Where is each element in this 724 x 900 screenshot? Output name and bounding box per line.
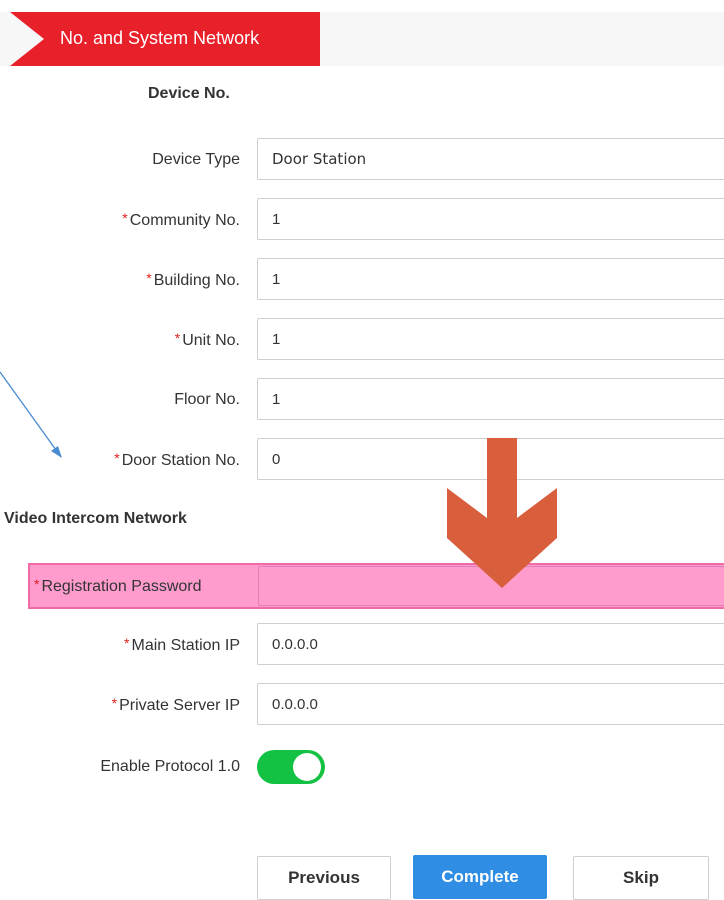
device-type-field[interactable]: [257, 138, 724, 180]
video-intercom-heading: Video Intercom Network: [4, 510, 187, 527]
previous-button[interactable]: Previous: [257, 856, 391, 900]
floor-no-input[interactable]: [257, 378, 724, 420]
enable-protocol-toggle[interactable]: [257, 750, 325, 784]
device-type-label: Device Type: [152, 151, 240, 168]
private-server-ip-label: * Private Server IP: [111, 695, 240, 714]
building-no-row: * Building No.: [0, 258, 724, 302]
required-marker: *: [146, 270, 152, 286]
building-no-input[interactable]: [257, 258, 724, 300]
door-station-no-label: * Door Station No.: [114, 450, 240, 469]
community-no-row: * Community No.: [0, 198, 724, 242]
toggle-knob: [293, 753, 321, 781]
main-station-ip-row: * Main Station IP: [0, 623, 724, 667]
registration-password-row: * Registration Password: [28, 563, 724, 609]
section-tab: No. and System Network: [0, 12, 320, 66]
required-marker: *: [122, 210, 128, 226]
door-station-no-row: * Door Station No.: [0, 438, 724, 482]
required-marker: *: [34, 576, 40, 592]
private-server-ip-input[interactable]: [257, 683, 724, 725]
floor-no-row: Floor No.: [0, 378, 724, 422]
enable-protocol-label: Enable Protocol 1.0: [100, 758, 240, 775]
main-station-ip-label: * Main Station IP: [124, 635, 240, 654]
device-no-heading: Device No.: [148, 85, 230, 102]
unit-no-input[interactable]: [257, 318, 724, 360]
required-marker: *: [124, 635, 130, 651]
required-marker: *: [111, 695, 118, 711]
building-no-label: * Building No.: [146, 270, 240, 289]
unit-no-row: * Unit No.: [0, 318, 724, 362]
community-no-label: * Community No.: [122, 210, 240, 229]
section-tab-title: No. and System Network: [60, 28, 260, 48]
community-no-input[interactable]: [257, 198, 724, 240]
enable-protocol-row: Enable Protocol 1.0: [0, 745, 724, 789]
required-marker: *: [174, 330, 181, 346]
registration-password-label: * Registration Password: [34, 576, 202, 595]
registration-password-input[interactable]: [258, 566, 724, 606]
private-server-ip-row: * Private Server IP: [0, 683, 724, 727]
unit-no-label: * Unit No.: [174, 330, 240, 349]
main-station-ip-input[interactable]: [257, 623, 724, 665]
floor-no-label: Floor No.: [174, 391, 240, 408]
required-marker: *: [114, 450, 120, 466]
complete-button[interactable]: Complete: [413, 855, 547, 899]
door-station-no-input[interactable]: [257, 438, 724, 480]
device-type-row: Device Type: [0, 138, 724, 182]
skip-button[interactable]: Skip: [573, 856, 709, 900]
